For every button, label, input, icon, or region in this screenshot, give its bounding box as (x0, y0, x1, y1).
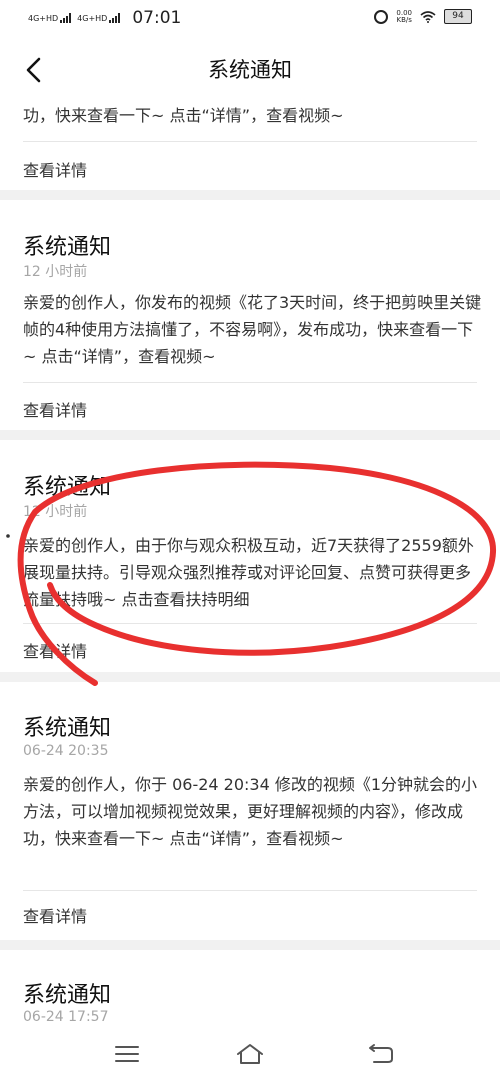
menu-icon[interactable] (112, 1042, 142, 1066)
divider (23, 623, 477, 624)
alarm-icon (374, 9, 389, 24)
notification-body: 亲爱的创作人，你于 06-24 20:34 修改的视频《1分钟就会的小方法，可以… (23, 775, 478, 848)
system-nav-bar (0, 1030, 500, 1083)
notification-time: 12 小时前 (23, 264, 88, 280)
notification-card: 功，快来查看一下~ 点击“详情”，查看视频~ 查看详情 (0, 100, 500, 190)
clock: 07:01 (132, 8, 182, 28)
header-bar: 系统通知 (0, 40, 500, 100)
divider (23, 890, 477, 891)
divider (23, 141, 477, 142)
notification-title: 系统通知 (23, 235, 112, 260)
signal-bars-icon (109, 13, 121, 23)
notification-time: 12 小时前 (23, 504, 88, 520)
status-bar: 4G+HD 4G+HD 07:01 0.00 KB/s 94 (0, 0, 500, 40)
net-speed: 0.00 KB/s (396, 9, 412, 24)
notification-body: 亲爱的创作人，你发布的视频《花了3天时间，终于把剪映里关键帧的4种使用方法搞懂了… (23, 293, 482, 366)
notification-body: 亲爱的创作人，由于你与观众积极互动，近7天获得了2559额外展现量扶持。引导观众… (23, 536, 474, 609)
signal-2: 4G+HD (77, 13, 121, 23)
net-speed-unit: KB/s (396, 15, 412, 24)
wifi-icon (420, 10, 436, 23)
notification-card: 系统通知 12 小时前 亲爱的创作人，由于你与观众积极互动，近7天获得了2559… (0, 440, 500, 672)
home-icon[interactable] (235, 1042, 265, 1066)
view-details-link[interactable]: 查看详情 (23, 397, 87, 421)
view-details-link[interactable]: 查看详情 (23, 157, 87, 181)
view-details-link[interactable]: 查看详情 (23, 638, 87, 662)
notification-title: 系统通知 (23, 716, 112, 741)
notification-card: 系统通知 06-24 20:35 亲爱的创作人，你于 06-24 20:34 修… (0, 682, 500, 940)
battery-icon: 94 (444, 9, 472, 24)
notification-body: 功，快来查看一下~ 点击“详情”，查看视频~ (23, 106, 344, 125)
signal-1-label: 4G+HD (28, 14, 59, 23)
status-icons: 0.00 KB/s 94 (374, 9, 472, 24)
notification-time: 06-24 17:57 (23, 1009, 109, 1025)
view-details-link[interactable]: 查看详情 (23, 903, 87, 927)
notification-time: 06-24 20:35 (23, 743, 109, 759)
signal-2-label: 4G+HD (77, 14, 108, 23)
notification-card: 系统通知 12 小时前 亲爱的创作人，你发布的视频《花了3天时间，终于把剪映里关… (0, 200, 500, 430)
page-title: 系统通知 (208, 58, 292, 82)
signal-group: 4G+HD 4G+HD 07:01 (28, 8, 181, 28)
signal-bars-icon (60, 13, 72, 23)
back-icon[interactable] (366, 1042, 396, 1066)
notification-title: 系统通知 (23, 475, 112, 500)
notification-card: 系统通知 06-24 17:57 (0, 950, 500, 1030)
signal-1: 4G+HD (28, 13, 72, 23)
divider (23, 382, 477, 383)
notification-title: 系统通知 (23, 983, 112, 1008)
